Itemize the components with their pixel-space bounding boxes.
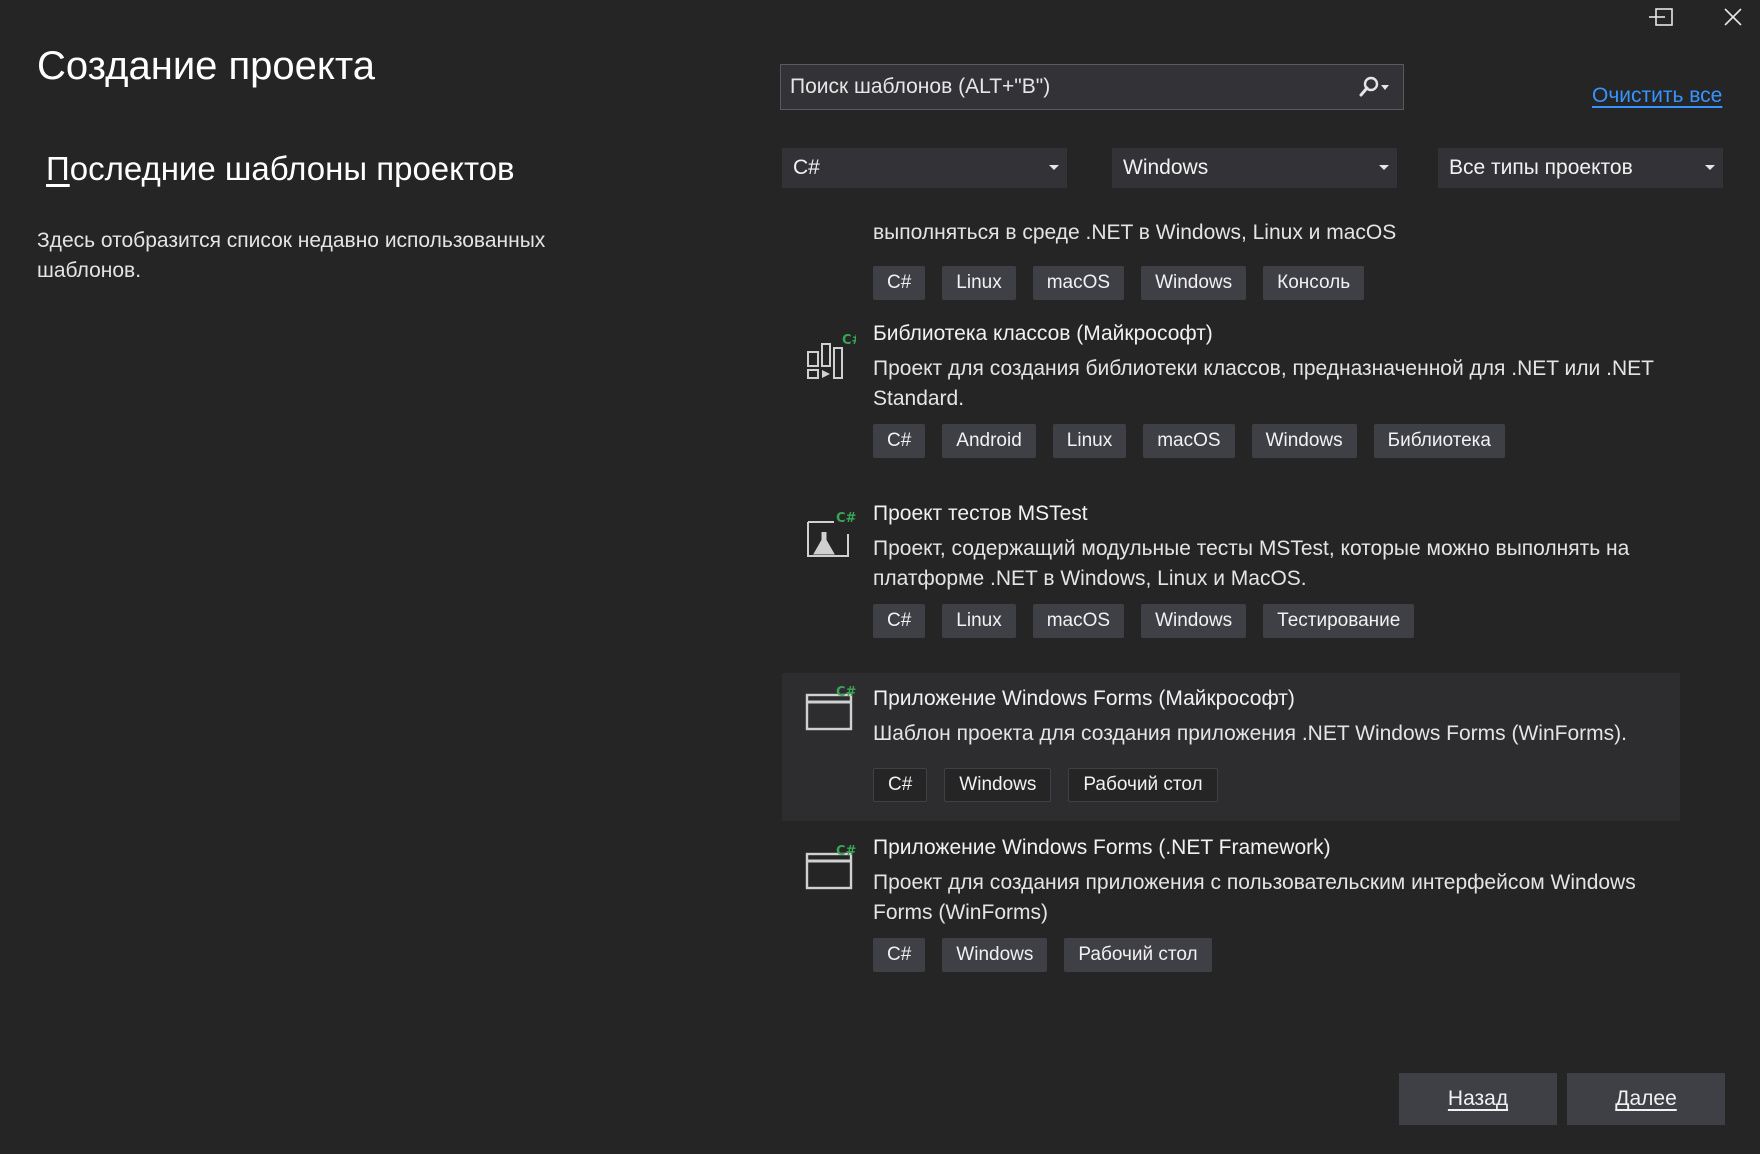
template-item[interactable]: C# Проект тестов MSTest Проект, содержащ… <box>782 502 1680 662</box>
template-title: Библиотека классов (Майкрософт) <box>873 322 1213 345</box>
page-title: Создание проекта <box>37 44 375 88</box>
search-icon[interactable] <box>1359 75 1389 101</box>
tag: Windows <box>944 768 1052 802</box>
template-tags: C# Windows Рабочий стол <box>873 768 1218 802</box>
tag: Linux <box>942 604 1016 638</box>
back-button[interactable]: Назад <box>1399 1073 1557 1125</box>
platform-filter-dropdown[interactable]: Windows <box>1112 148 1397 188</box>
svg-text:C#: C# <box>842 333 856 348</box>
tag: Windows <box>1141 266 1247 300</box>
template-tags: C# Android Linux macOS Windows Библиотек… <box>873 424 1505 458</box>
template-item[interactable]: выполняться в среде .NET в Windows, Linu… <box>782 204 1680 304</box>
tag: C# <box>873 604 926 638</box>
tag: C# <box>873 938 926 972</box>
template-description: Шаблон проекта для создания приложения .… <box>873 722 1627 745</box>
class-library-icon: C# <box>807 333 856 379</box>
template-search-box[interactable]: Поиск шаблонов (ALT+"В") <box>780 64 1404 110</box>
chevron-down-icon <box>1705 165 1715 170</box>
platform-filter-value: Windows <box>1123 156 1209 179</box>
tag: Тестирование <box>1263 604 1415 638</box>
template-title: Проект тестов MSTest <box>873 502 1088 525</box>
tag: Рабочий стол <box>1068 768 1218 802</box>
template-tags: C# Windows Рабочий стол <box>873 938 1212 972</box>
template-description: Проект для создания библиотеки классов, … <box>873 357 1654 410</box>
tag: Консоль <box>1263 266 1365 300</box>
test-project-icon: C# <box>807 511 856 557</box>
svg-text:C#: C# <box>836 685 856 700</box>
recent-heading-access-key: П <box>46 150 70 187</box>
recent-heading-rest: оследние шаблоны проектов <box>69 150 515 187</box>
template-description: Проект для создания приложения с пользов… <box>873 871 1636 924</box>
recent-empty-text: Здесь отобразится список недавно использ… <box>37 229 546 282</box>
project-type-filter-value: Все типы проектов <box>1449 156 1633 179</box>
chevron-down-icon <box>1049 165 1059 170</box>
close-button[interactable] <box>1702 0 1760 34</box>
template-item-selected[interactable]: C# Приложение Windows Forms (Майкрософт)… <box>782 673 1680 821</box>
tag: C# <box>873 768 928 802</box>
tag: macOS <box>1143 424 1235 458</box>
language-filter-value: C# <box>793 156 820 179</box>
template-item[interactable]: C# Приложение Windows Forms (.NET Framew… <box>782 836 1680 996</box>
template-tags: C# Linux macOS Windows Тестирование <box>873 604 1415 638</box>
tag: Windows <box>1141 604 1247 638</box>
tag: Linux <box>1052 424 1127 458</box>
svg-text:C#: C# <box>836 844 856 859</box>
maximize-button-inner[interactable] <box>1633 0 1695 34</box>
template-title: Приложение Windows Forms (Майкрософт) <box>873 687 1295 710</box>
next-button[interactable]: Далее <box>1567 1073 1725 1125</box>
windows-forms-icon: C# <box>805 685 856 731</box>
language-filter-dropdown[interactable]: C# <box>782 148 1067 188</box>
chevron-down-icon <box>1379 165 1389 170</box>
tag: Windows <box>942 938 1048 972</box>
search-input[interactable]: Поиск шаблонов (ALT+"В") <box>790 75 1050 99</box>
tag: Рабочий стол <box>1064 938 1212 972</box>
template-list[interactable]: выполняться в среде .NET в Windows, Linu… <box>782 204 1680 1019</box>
tag: macOS <box>1032 604 1125 638</box>
tag: C# <box>873 424 926 458</box>
windows-forms-icon: C# <box>805 844 856 890</box>
tag: macOS <box>1032 266 1125 300</box>
tag: Linux <box>942 266 1016 300</box>
tag: Android <box>942 424 1036 458</box>
tag: C# <box>873 266 926 300</box>
tag: Windows <box>1251 424 1357 458</box>
template-description: выполняться в среде .NET в Windows, Linu… <box>873 221 1397 244</box>
back-button-label: Назад <box>1447 1087 1509 1110</box>
template-title: Приложение Windows Forms (.NET Framework… <box>873 836 1331 859</box>
project-type-filter-dropdown[interactable]: Все типы проектов <box>1438 148 1723 188</box>
recent-templates-heading: Последние шаблоны проектов <box>46 150 515 188</box>
template-tags: C# Linux macOS Windows Консоль <box>873 266 1365 300</box>
svg-text:C#: C# <box>836 511 856 526</box>
template-item[interactable]: C# Библиотека классов (Майкрософт) Проек… <box>782 322 1680 482</box>
template-description: Проект, содержащий модульные тесты MSTes… <box>873 537 1630 590</box>
close-icon <box>1724 8 1742 26</box>
maximize-icon <box>1655 8 1673 26</box>
next-button-label: Далее <box>1615 1087 1677 1110</box>
clear-all-link[interactable]: Очистить все <box>1592 84 1722 108</box>
tag: Библиотека <box>1373 424 1505 458</box>
